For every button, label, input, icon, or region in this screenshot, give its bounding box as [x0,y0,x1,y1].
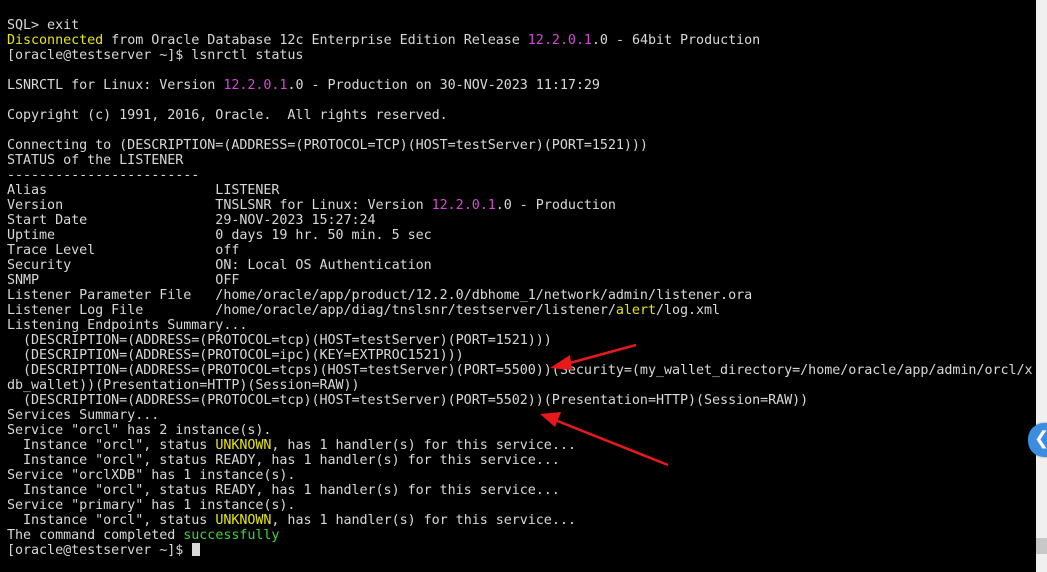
terminal-text: Services Summary... [7,408,160,423]
terminal-text: Trace Level off [7,243,240,258]
terminal-text: (DESCRIPTION=(ADDRESS=(PROTOCOL=ipc)(KEY… [7,348,464,363]
terminal-text: 12.2.0.1 [223,78,288,93]
terminal-line: LSNRCTL for Linux: Version 12.2.0.1.0 - … [7,78,600,93]
terminal-line: [oracle@testserver ~]$ [7,543,201,558]
terminal-text: successfully [183,528,280,543]
chevron-left-icon: ❮ [1034,428,1047,450]
terminal-line: Alias LISTENER [7,183,279,198]
terminal-text: SNMP OFF [7,273,240,288]
terminal-line: Service "primary" has 1 instance(s). [7,498,295,513]
terminal-line: Uptime 0 days 19 hr. 50 min. 5 sec [7,228,432,243]
terminal-text: Listener Log File /home/oracle/app/diag/… [7,303,616,318]
terminal-text: , has 1 handler(s) for this service... [271,513,576,528]
terminal-line: Trace Level off [7,243,239,258]
terminal-text: Listener Parameter File /home/oracle/app… [7,288,753,303]
terminal-text: , has 1 handler(s) for this service... [271,438,576,453]
terminal-text: .0 - Production on 30-NOV-2023 11:17:29 [287,78,600,93]
terminal-text: LSNRCTL for Linux: Version [7,78,224,93]
terminal-line: (DESCRIPTION=(ADDRESS=(PROTOCOL=tcps)(HO… [7,363,1033,378]
terminal-text: ------------------------ [7,168,200,183]
terminal-line: Listening Endpoints Summary... [7,318,247,333]
terminal-line: SQL> exit [7,18,79,33]
terminal-window[interactable]: SQL> exit Disconnected from Oracle Databa… [0,0,1036,572]
terminal-text: UNKNOWN [215,438,272,453]
terminal-line: The command completed successfully [7,528,279,543]
terminal-text: (DESCRIPTION=(ADDRESS=(PROTOCOL=tcp)(HOS… [7,393,809,408]
terminal-text: [oracle@testserver ~]$ lsnrctl status [7,48,304,63]
terminal-line: Services Summary... [7,408,159,423]
terminal-text: Start Date 29-NOV-2023 15:27:24 [7,213,376,228]
terminal-text: (DESCRIPTION=(ADDRESS=(PROTOCOL=tcp)(HOS… [7,333,552,348]
terminal-text: Version TNSLSNR for Linux: Version [7,198,432,213]
terminal-text: (DESCRIPTION=(ADDRESS=(PROTOCOL=tcps)(HO… [7,363,1033,378]
terminal-line: Copyright (c) 1991, 2016, Oracle. All ri… [7,108,448,123]
terminal-line: Instance "orcl", status UNKNOWN, has 1 h… [7,438,576,453]
terminal-text: Alias LISTENER [7,183,280,198]
terminal-text: Instance "orcl", status [7,513,216,528]
terminal-line: Instance "orcl", status READY, has 1 han… [7,483,560,498]
terminal-line: Connecting to (DESCRIPTION=(ADDRESS=(PRO… [7,138,648,153]
terminal-text: SQL> exit [7,18,80,33]
terminal-text: The command completed [7,528,184,543]
terminal-line: Instance "orcl", status UNKNOWN, has 1 h… [7,513,576,528]
terminal-cursor [192,543,201,556]
terminal-text: 12.2.0.1 [431,198,496,213]
terminal-text: from Oracle Database 12c Enterprise Edit… [103,33,528,48]
terminal-line: (DESCRIPTION=(ADDRESS=(PROTOCOL=tcp)(HOS… [7,333,552,348]
terminal-text: Instance "orcl", status READY, has 1 han… [7,453,560,468]
terminal-text: Instance "orcl", status [7,438,216,453]
terminal-line: SNMP OFF [7,273,239,288]
scrollbar-thumb[interactable] [1036,538,1047,554]
terminal-line: Instance "orcl", status READY, has 1 han… [7,453,560,468]
terminal-text: Connecting to (DESCRIPTION=(ADDRESS=(PRO… [7,138,648,153]
terminal-text: Service "orcl" has 2 instance(s). [7,423,272,438]
terminal-text: /log.xml [655,303,721,318]
terminal-text: STATUS of the LISTENER [7,153,184,168]
terminal-text: Instance "orcl", status READY, has 1 han… [7,483,560,498]
terminal-text: db_wallet))(Presentation=HTTP)(Session=R… [7,378,360,393]
terminal-text: 12.2.0.1 [527,33,592,48]
terminal-line: Listener Parameter File /home/oracle/app… [7,288,752,303]
vertical-scrollbar[interactable] [1036,0,1047,572]
terminal-line: Start Date 29-NOV-2023 15:27:24 [7,213,376,228]
terminal-line: [oracle@testserver ~]$ lsnrctl status [7,48,304,63]
terminal-line: Service "orcl" has 2 instance(s). [7,423,271,438]
terminal-line: Version TNSLSNR for Linux: Version 12.2.… [7,198,616,213]
terminal-text: [oracle@testserver ~]$ [7,543,192,558]
terminal-text: Disconnected [7,33,104,48]
terminal-line: Disconnected from Oracle Database 12c En… [7,33,760,48]
terminal-line: (DESCRIPTION=(ADDRESS=(PROTOCOL=ipc)(KEY… [7,348,464,363]
terminal-text: alert [615,303,656,318]
terminal-text: Uptime 0 days 19 hr. 50 min. 5 sec [7,228,432,243]
terminal-line: Service "orclXDB" has 1 instance(s). [7,468,295,483]
terminal-text: Listening Endpoints Summary... [7,318,248,333]
terminal-text: Service "orclXDB" has 1 instance(s). [7,468,296,483]
terminal-line: STATUS of the LISTENER [7,153,183,168]
terminal-line: db_wallet))(Presentation=HTTP)(Session=R… [7,378,360,393]
terminal-line: Security ON: Local OS Authentication [7,258,432,273]
terminal-text: UNKNOWN [215,513,272,528]
terminal-line: (DESCRIPTION=(ADDRESS=(PROTOCOL=tcp)(HOS… [7,393,808,408]
terminal-text: Service "primary" has 1 instance(s). [7,498,296,513]
terminal-text: Copyright (c) 1991, 2016, Oracle. All ri… [7,108,448,123]
terminal-line: Listener Log File /home/oracle/app/diag/… [7,303,720,318]
terminal-text: .0 - 64bit Production [591,33,761,48]
terminal-line: ------------------------ [7,168,199,183]
terminal-text: .0 - Production [495,198,616,213]
terminal-text: Security ON: Local OS Authentication [7,258,432,273]
